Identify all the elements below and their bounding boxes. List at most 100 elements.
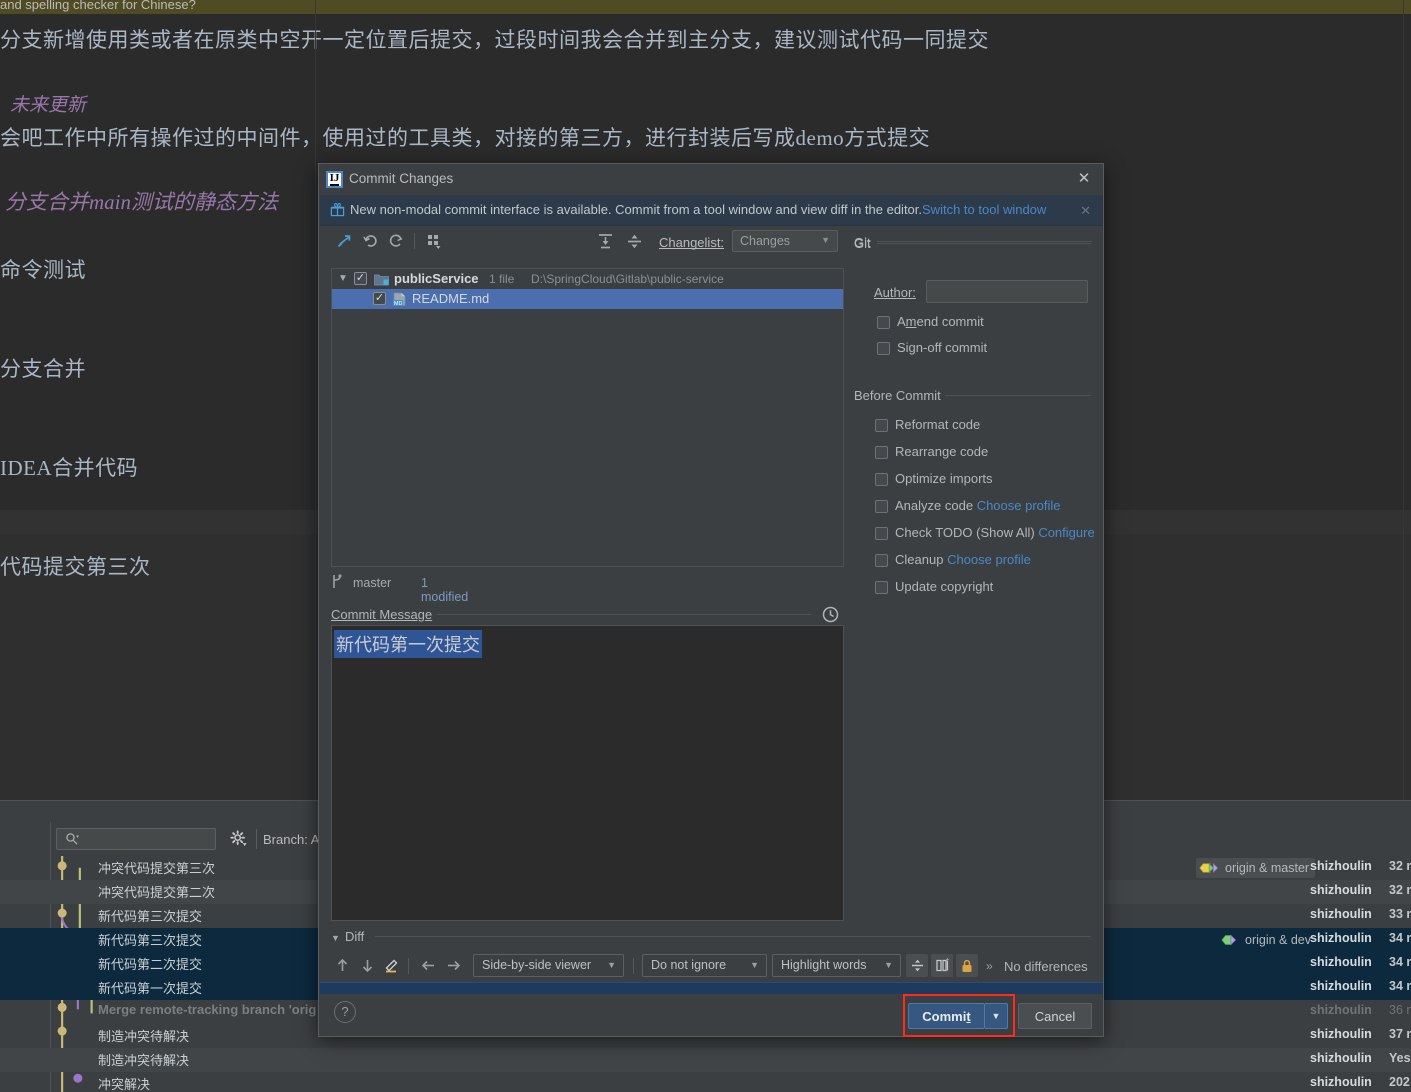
- changelist-dropdown[interactable]: Changes ▼: [732, 230, 838, 252]
- checkbox-analyze-code[interactable]: [875, 500, 888, 513]
- close-icon[interactable]: ✕: [1075, 170, 1093, 188]
- commit-date: 36 m: [1389, 1003, 1411, 1017]
- toolbar-separator: [408, 958, 409, 974]
- cleanup-text: Cleanup: [895, 552, 944, 567]
- checkbox-amend-commit[interactable]: [877, 316, 890, 329]
- tree-row-root[interactable]: ▼ ✓ publicService 1 file D:\SpringCloud\…: [332, 269, 843, 289]
- git-group-divider: [877, 241, 1092, 242]
- author-field[interactable]: [926, 280, 1088, 303]
- check-todo-configure-link[interactable]: Configure: [1038, 525, 1094, 540]
- toolbar-separator: [414, 233, 415, 249]
- chevrons-icon[interactable]: »: [986, 959, 993, 973]
- checkbox-sign-off-commit[interactable]: [877, 342, 890, 355]
- branch-tag-icon: [1221, 934, 1237, 946]
- diff-section-divider: [375, 936, 1091, 937]
- commit-date: 33 m: [1389, 907, 1411, 921]
- editor-line: 分支合并main测试的静态方法: [5, 190, 278, 214]
- chevron-down-icon: ▼: [991, 1011, 1001, 1021]
- commit-message-value: 新代码第一次提交: [334, 630, 482, 658]
- commit-message: 冲突解决: [98, 1077, 151, 1092]
- chevron-down-icon[interactable]: ▼: [338, 273, 348, 284]
- editor-line: 分支新增使用类或者在原类中空开一定位置后提交，过段时间我会合并到主分支，建议测试…: [0, 28, 989, 52]
- checkbox-update-copyright[interactable]: [875, 581, 888, 594]
- checkbox-check-todo[interactable]: [875, 527, 888, 540]
- commit-message: 制造冲突待解决: [98, 1053, 190, 1068]
- changelist-label: Changelist:: [659, 235, 724, 250]
- cleanup-profile-link[interactable]: Choose profile: [947, 552, 1031, 567]
- group-by-icon[interactable]: [423, 230, 445, 252]
- diff-content-area: [320, 982, 1103, 994]
- expand-all-icon[interactable]: [594, 230, 616, 252]
- gear-icon[interactable]: [228, 830, 248, 850]
- ref-label: origin & master: [1225, 861, 1310, 875]
- checkbox-rearrange-code[interactable]: [875, 446, 888, 459]
- previous-difference-icon[interactable]: [331, 954, 353, 976]
- read-only-icon[interactable]: [956, 954, 978, 977]
- editor-line: 代码提交第三次: [0, 555, 151, 579]
- next-difference-icon[interactable]: [356, 954, 378, 976]
- analyze-code-profile-link[interactable]: Choose profile: [977, 498, 1061, 513]
- analyze-code-label: Analyze code Choose profile: [895, 498, 1061, 513]
- table-row[interactable]: 制造冲突待解决 shizhoulin Yes: [0, 1048, 1411, 1072]
- table-row[interactable]: 冲突解决 shizhoulin 202: [0, 1072, 1411, 1092]
- diff-toolbar: Side-by-side viewer ▼ Do not ignore ▼ Hi…: [320, 950, 1103, 982]
- chevron-down-icon[interactable]: ▼: [331, 933, 340, 943]
- commit-message: Merge remote-tracking branch 'orig: [98, 1002, 317, 1017]
- switch-to-tool-window-link[interactable]: Switch to tool window: [922, 202, 1046, 217]
- commit-message: 冲突代码提交第二次: [98, 885, 216, 900]
- author-label: Author:: [874, 285, 916, 300]
- checkbox-cleanup[interactable]: [875, 554, 888, 567]
- help-button[interactable]: ?: [334, 1001, 356, 1023]
- search-input[interactable]: [56, 828, 216, 850]
- next-file-icon[interactable]: [442, 954, 464, 976]
- toolbar-separator: [633, 958, 634, 974]
- changelist-label-text: Changelist:: [659, 235, 725, 250]
- rearrange-code-label: Rearrange code: [895, 444, 989, 459]
- tree-root-path: D:\SpringCloud\Gitlab\public-service: [531, 272, 724, 286]
- ref-badge[interactable]: origin & master: [1196, 858, 1316, 878]
- commit-dropdown-button[interactable]: ▼: [985, 1003, 1008, 1029]
- diff-section-label: Diff: [345, 929, 365, 944]
- commit-message-label: Commit Message: [331, 607, 432, 622]
- ignore-mode-dropdown[interactable]: Do not ignore ▼: [642, 954, 767, 977]
- ref-badge[interactable]: origin & dev: [1218, 930, 1317, 950]
- dialog-titlebar: IJ Commit Changes ✕: [319, 164, 1103, 195]
- cleanup-label: Cleanup Choose profile: [895, 552, 1031, 567]
- editor-highlight-line: and spelling checker for Chinese?: [0, 0, 196, 12]
- check-todo-text: Check TODO (Show All): [895, 525, 1035, 540]
- commit-author: shizhoulin: [1310, 1051, 1372, 1065]
- tree-row-file[interactable]: ✓ MD README.md: [332, 289, 843, 309]
- checkbox-root[interactable]: ✓: [354, 272, 367, 285]
- checkbox-optimize-imports[interactable]: [875, 473, 888, 486]
- changed-files-tree[interactable]: ▼ ✓ publicService 1 file D:\SpringCloud\…: [331, 268, 844, 567]
- editor-guide-line: [1403, 0, 1404, 800]
- branch-filter-label[interactable]: Branch: A: [263, 832, 319, 847]
- collapse-unchanged-icon[interactable]: [906, 954, 928, 977]
- cancel-button-label: Cancel: [1034, 1008, 1076, 1024]
- editor-line: 未来更新: [10, 95, 87, 116]
- highlight-mode-dropdown[interactable]: Highlight words ▼: [772, 954, 901, 977]
- svg-text:MD: MD: [394, 301, 402, 307]
- revert-icon[interactable]: [360, 230, 382, 252]
- commit-button[interactable]: Commit: [908, 1003, 985, 1029]
- clock-icon[interactable]: [822, 606, 840, 624]
- modified-count: 1 modified: [421, 576, 469, 604]
- markdown-file-icon: MD: [392, 292, 406, 307]
- cancel-button[interactable]: Cancel: [1018, 1003, 1092, 1029]
- prev-file-icon[interactable]: [417, 954, 439, 976]
- viewer-mode-dropdown[interactable]: Side-by-side viewer ▼: [473, 954, 624, 977]
- collapse-all-icon[interactable]: [623, 230, 645, 252]
- notice-dismiss-icon[interactable]: ✕: [1080, 203, 1091, 219]
- edit-source-icon[interactable]: [381, 954, 403, 976]
- refresh-icon[interactable]: [385, 230, 407, 252]
- intellij-icon: IJ: [326, 171, 343, 188]
- checkbox-reformat-code[interactable]: [875, 419, 888, 432]
- commit-message-input[interactable]: 新代码第一次提交: [331, 625, 844, 921]
- commit-author: shizhoulin: [1310, 955, 1372, 969]
- checkbox-file[interactable]: ✓: [373, 292, 386, 305]
- update-copyright-label: Update copyright: [895, 579, 994, 594]
- show-whitespace-icon[interactable]: [931, 954, 953, 977]
- move-to-another-changelist-icon[interactable]: [334, 230, 356, 252]
- commit-author: shizhoulin: [1310, 1003, 1372, 1017]
- dialog-button-bar: ? Commit ▼ Cancel: [320, 994, 1103, 1037]
